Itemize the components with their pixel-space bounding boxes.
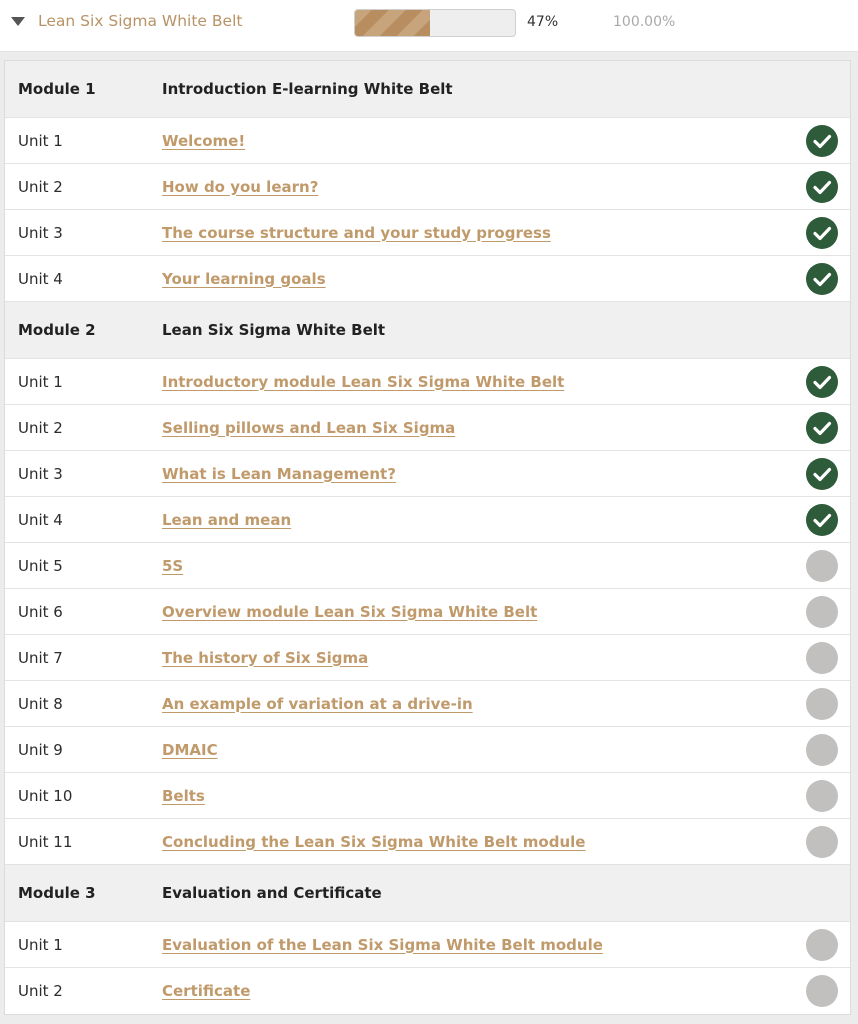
unit-link[interactable]: Selling pillows and Lean Six Sigma [162,419,455,437]
module-title: Introduction E-learning White Belt [162,80,453,98]
unit-row: Unit 3 What is Lean Management? [5,451,850,497]
unit-row: Unit 1 Evaluation of the Lean Six Sigma W… [5,922,850,968]
completed-check-icon [806,411,838,444]
module-label: Module 3 [18,884,96,902]
unit-label: Unit 11 [18,832,73,851]
unit-link[interactable]: An example of variation at a drive-in [162,695,473,713]
progress-bar [354,9,516,37]
unit-row: Unit 7 The history of Six Sigma [5,635,850,681]
module-title: Evaluation and Certificate [162,884,382,902]
unit-link[interactable]: Overview module Lean Six Sigma White Bel… [162,603,537,621]
unit-row: Unit 6 Overview module Lean Six Sigma Whi… [5,589,850,635]
incomplete-circle-icon [806,975,838,1007]
unit-link[interactable]: Belts [162,787,205,805]
course-title[interactable]: Lean Six Sigma White Belt [38,12,242,30]
unit-link[interactable]: Concluding the Lean Six Sigma White Belt… [162,833,585,851]
incomplete-circle-icon [806,825,838,858]
unit-link[interactable]: The history of Six Sigma [162,649,368,667]
unit-link[interactable]: Lean and mean [162,511,291,529]
unit-label: Unit 9 [18,740,63,759]
unit-label: Unit 2 [18,177,63,196]
unit-row: Unit 8 An example of variation at a drive… [5,681,850,727]
unit-label: Unit 5 [18,556,63,575]
unit-label: Unit 7 [18,648,63,667]
unit-label: Unit 3 [18,223,63,242]
unit-label: Unit 4 [18,510,63,529]
unit-row: Unit 2 Selling pillows and Lean Six Sigma [5,405,850,451]
unit-link[interactable]: Evaluation of the Lean Six Sigma White B… [162,936,603,954]
unit-row: Unit 3 The course structure and your stud… [5,210,850,256]
progress-bar-fill [355,10,431,36]
unit-label: Unit 2 [18,418,63,437]
completed-check-icon [806,170,838,203]
unit-label: Unit 3 [18,464,63,483]
unit-link[interactable]: Welcome! [162,132,245,150]
unit-label: Unit 2 [18,982,63,1000]
triangle-down-icon[interactable] [11,17,25,26]
unit-link[interactable]: Introductory module Lean Six Sigma White… [162,373,564,391]
incomplete-circle-icon [806,549,838,582]
unit-label: Unit 1 [18,935,63,954]
module-title: Lean Six Sigma White Belt [162,321,386,339]
incomplete-circle-icon [806,641,838,674]
unit-label: Unit 10 [18,786,73,805]
unit-row: Unit 2 How do you learn? [5,164,850,210]
unit-label: Unit 1 [18,131,63,150]
unit-label: Unit 6 [18,602,63,621]
unit-row: Unit 2 Certificate [5,968,850,1014]
incomplete-circle-icon [806,928,838,961]
completion-score: 100.00% [613,14,676,30]
unit-row: Unit 4 Lean and mean [5,497,850,543]
unit-row: Unit 1 Welcome! [5,118,850,164]
incomplete-circle-icon [806,687,838,720]
unit-row: Unit 5 5S [5,543,850,589]
progress-percentage: 47% [527,14,559,30]
unit-link[interactable]: 5S [162,557,183,575]
course-units-table: Module 1 Introduction E-learning White Be… [4,60,851,1015]
completed-check-icon [806,124,838,157]
unit-row: Unit 4 Your learning goals [5,256,850,302]
unit-link[interactable]: Your learning goals [162,270,326,288]
course-header: Lean Six Sigma White Belt 47% 100.00% [0,0,858,52]
incomplete-circle-icon [806,779,838,812]
unit-row: Unit 1 Introductory module Lean Six Sigma… [5,359,850,405]
module-label: Module 2 [18,321,96,339]
incomplete-circle-icon [806,733,838,766]
module-header: Module 1 Introduction E-learning White Be… [5,61,850,118]
unit-link[interactable]: How do you learn? [162,178,318,196]
unit-row: Unit 11 Concluding the Lean Six Sigma Whi… [5,819,850,865]
completed-check-icon [806,503,838,536]
unit-link[interactable]: What is Lean Management? [162,465,396,483]
module-label: Module 1 [18,80,96,98]
unit-link[interactable]: The course structure and your study prog… [162,224,551,242]
module-header: Module 3 Evaluation and Certificate [5,865,850,922]
completed-check-icon [806,262,838,295]
unit-label: Unit 1 [18,372,63,391]
unit-label: Unit 4 [18,269,63,288]
module-header: Module 2 Lean Six Sigma White Belt [5,302,850,359]
unit-link[interactable]: DMAIC [162,741,218,759]
unit-label: Unit 8 [18,694,63,713]
unit-row: Unit 10 Belts [5,773,850,819]
unit-link[interactable]: Certificate [162,982,250,1000]
completed-check-icon [806,365,838,398]
incomplete-circle-icon [806,595,838,628]
completed-check-icon [806,216,838,249]
completed-check-icon [806,457,838,490]
unit-row: Unit 9 DMAIC [5,727,850,773]
